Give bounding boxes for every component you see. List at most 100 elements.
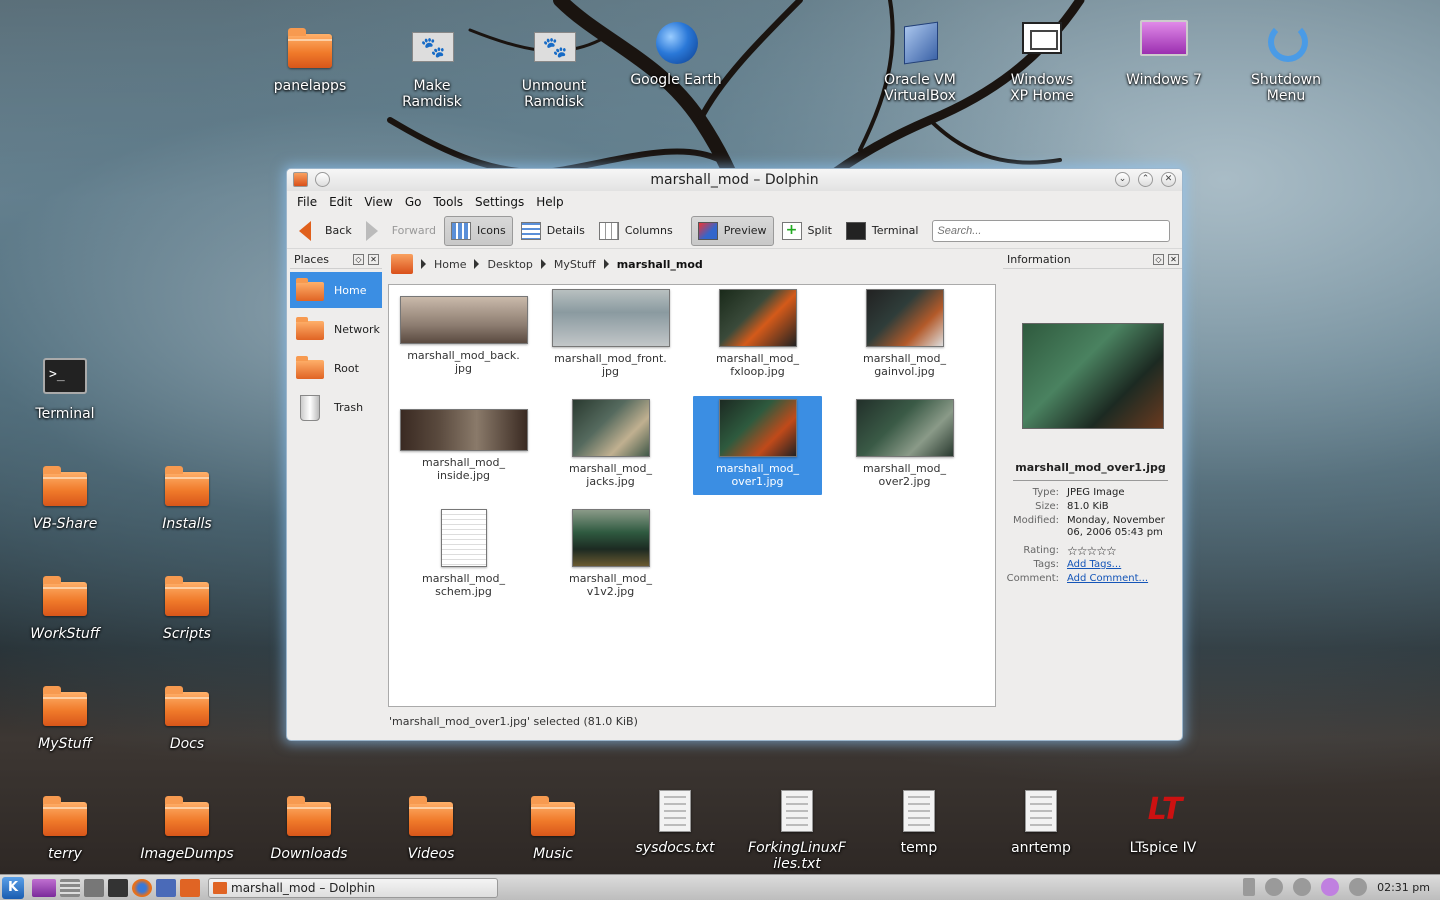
desktop-icon-docs[interactable]: Docs (132, 684, 242, 752)
clock[interactable]: 02:31 pm (1377, 881, 1430, 894)
desktop-icon-make-ramdisk[interactable]: 🐾 Make Ramdisk (377, 26, 487, 110)
terminal-button[interactable]: Terminal (840, 216, 925, 246)
desktop-icon-scripts[interactable]: Scripts (132, 574, 242, 642)
firefox-icon[interactable] (132, 878, 152, 897)
menu-view[interactable]: View (358, 195, 398, 209)
keep-above-icon[interactable] (315, 172, 330, 187)
desktop-icon-label: Docs (169, 736, 205, 752)
desktop-icon-terry[interactable]: terry (10, 794, 120, 862)
window-titlebar[interactable]: marshall_mod – Dolphin ⌄ ⌃ ✕ (287, 169, 1182, 191)
menu-file[interactable]: File (291, 195, 323, 209)
taskbar-entry-dolphin[interactable]: marshall_mod – Dolphin (208, 877, 498, 898)
terminal-icon[interactable] (108, 878, 128, 897)
file-item[interactable]: marshall_mod_front. jpg (546, 286, 675, 385)
columns-view-button[interactable]: Columns (593, 216, 679, 246)
desktop-icon-music[interactable]: Music (498, 794, 608, 862)
breadcrumb-current[interactable]: marshall_mod (617, 258, 703, 271)
desktop-icon-google-earth[interactable]: Google Earth (621, 20, 731, 88)
image-thumbnail (551, 289, 670, 347)
close-icon[interactable]: ✕ (1161, 172, 1176, 187)
file-item[interactable]: marshall_mod_ schem.jpg (399, 506, 528, 605)
menu-settings[interactable]: Settings (469, 195, 530, 209)
speaker-icon[interactable] (1293, 878, 1312, 896)
breadcrumb-desktop[interactable]: Desktop (487, 258, 532, 271)
desktop-icon-temp[interactable]: temp (864, 788, 974, 856)
desktop-icon-installs[interactable]: Installs (132, 464, 242, 532)
home-icon[interactable] (391, 254, 413, 274)
breadcrumb-mystuff[interactable]: MyStuff (554, 258, 596, 271)
desktop-icon-terminal[interactable]: >_ Terminal (10, 354, 120, 422)
add-comment-link[interactable]: Add Comment... (1067, 573, 1182, 585)
information-panel: Information ◇ ✕ marshall_mod_over1.jpg T… (1003, 251, 1182, 711)
desktop-icon-unmount-ramdisk[interactable]: 🐾 Unmount Ramdisk (499, 26, 609, 110)
search-input[interactable] (932, 219, 1171, 242)
file-item[interactable]: marshall_mod_ jacks.jpg (546, 396, 675, 495)
breadcrumb-home[interactable]: Home (434, 258, 466, 271)
status-bar: 'marshall_mod_over1.jpg' selected (81.0 … (389, 715, 638, 728)
float-panel-icon[interactable]: ◇ (1153, 254, 1164, 265)
desktop-icon-vb-share[interactable]: VB-Share (10, 464, 120, 532)
menu-tools[interactable]: Tools (427, 195, 469, 209)
file-item[interactable]: marshall_mod_ fxloop.jpg (693, 286, 822, 385)
forward-button[interactable]: Forward (360, 216, 442, 246)
menu-edit[interactable]: Edit (323, 195, 358, 209)
window-menu-icon[interactable] (293, 172, 308, 187)
system-monitor-icon[interactable] (156, 878, 176, 897)
file-item[interactable]: marshall_mod_ v1v2.jpg (546, 506, 675, 605)
show-desktop-icon[interactable] (32, 878, 56, 897)
desktop-icon-label: VB-Share (32, 516, 98, 532)
float-panel-icon[interactable]: ◇ (353, 254, 364, 265)
desktop-icon-ltspice[interactable]: LT LTspice IV (1108, 788, 1218, 857)
kde-menu-button[interactable]: K (2, 876, 24, 899)
desktop-icon-panelapps[interactable]: panelapps (255, 26, 365, 94)
places-item-network[interactable]: Network (290, 311, 382, 347)
desktop-icon-videos[interactable]: Videos (376, 794, 486, 862)
file-item[interactable]: marshall_mod_ gainvol.jpg (840, 286, 969, 385)
back-button[interactable]: Back (293, 216, 358, 246)
minimize-icon[interactable]: ⌄ (1115, 172, 1130, 187)
file-item-selected[interactable]: marshall_mod_ over1.jpg (693, 396, 822, 495)
desktop-icon-label: MyStuff (38, 736, 92, 752)
file-item[interactable]: marshall_mod_back. jpg (399, 286, 528, 385)
places-item-root[interactable]: Root (290, 350, 382, 386)
volume-icon[interactable] (1265, 878, 1284, 896)
places-item-trash[interactable]: Trash (290, 389, 382, 425)
info-icon[interactable] (1349, 878, 1368, 896)
desktop-icon-label: panelapps (273, 78, 347, 94)
icons-view-button[interactable]: Icons (443, 215, 513, 246)
pager-icon[interactable] (60, 878, 80, 897)
folder-icon[interactable] (180, 878, 200, 897)
places-item-home[interactable]: Home (290, 272, 382, 308)
desktop-icon-imagedumps[interactable]: ImageDumps (132, 794, 242, 862)
desktop-icon-virtualbox[interactable]: Oracle VM VirtualBox (865, 20, 975, 104)
file-item[interactable]: marshall_mod_ inside.jpg (399, 396, 528, 495)
rating-stars[interactable]: ☆☆☆☆☆ (1067, 545, 1182, 557)
desktop-icon-anrtemp[interactable]: anrtemp (986, 788, 1096, 856)
desktop-icon-workstuff[interactable]: WorkStuff (10, 574, 120, 642)
image-thumbnail (718, 289, 797, 347)
details-view-button[interactable]: Details (515, 216, 591, 246)
desktop-icon-downloads[interactable]: Downloads (254, 794, 364, 862)
places-panel: Places ◇ ✕ Home Network Root Trash (290, 251, 382, 711)
desktop-icon-mystuff[interactable]: MyStuff (10, 684, 120, 752)
desktop-icon-sysdocs[interactable]: sysdocs.txt (620, 788, 730, 856)
file-view[interactable]: marshall_mod_back. jpg marshall_mod_fron… (388, 284, 996, 707)
preview-image (1021, 323, 1164, 429)
desktop-icon-shutdown[interactable]: Shutdown Menu (1231, 20, 1341, 104)
desktop-icon-windows-xp[interactable]: Windows XP Home (987, 20, 1097, 104)
network-icon[interactable] (1321, 878, 1340, 896)
split-button[interactable]: + Split (776, 216, 838, 246)
taskbar: K marshall_mod – Dolphin 02:31 pm (0, 874, 1440, 900)
menu-go[interactable]: Go (399, 195, 428, 209)
desktop-icon-forkinglinuxfiles[interactable]: ForkingLinuxFiles.txt (742, 788, 852, 872)
file-item[interactable]: marshall_mod_ over2.jpg (840, 396, 969, 495)
maximize-icon[interactable]: ⌃ (1138, 172, 1153, 187)
close-panel-icon[interactable]: ✕ (368, 254, 379, 265)
file-manager-icon[interactable] (84, 878, 104, 897)
close-panel-icon[interactable]: ✕ (1168, 254, 1179, 265)
desktop-icon-windows-7[interactable]: Windows 7 (1109, 20, 1219, 88)
menu-help[interactable]: Help (530, 195, 569, 209)
tray-arrow-icon[interactable] (1243, 878, 1256, 896)
add-tags-link[interactable]: Add Tags... (1067, 559, 1182, 571)
preview-button[interactable]: Preview (690, 215, 774, 246)
